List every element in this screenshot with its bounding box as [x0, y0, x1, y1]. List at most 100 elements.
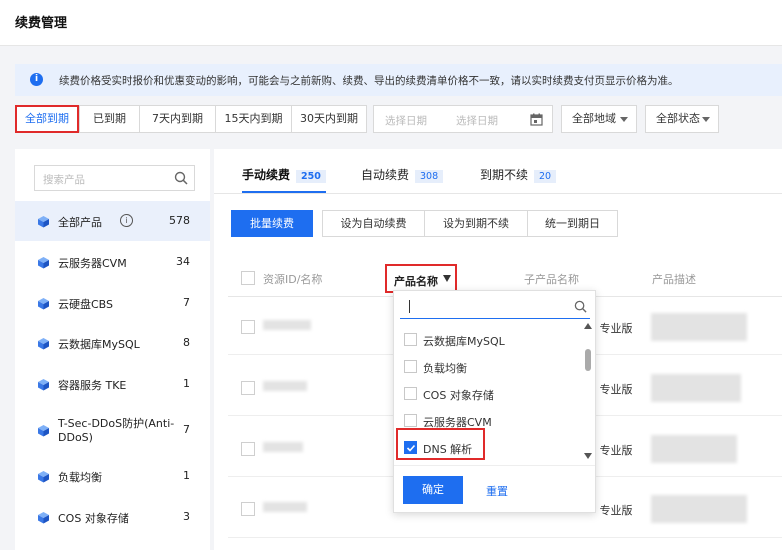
set-no-renew-button[interactable]: 设为到期不续 — [424, 210, 528, 237]
text-cursor — [409, 300, 410, 313]
search-placeholder: 搜索产品 — [43, 174, 85, 186]
calendar-icon[interactable] — [530, 113, 543, 126]
column-header-description: 产品描述 — [652, 273, 696, 286]
sidebar-item-count: 578 — [169, 214, 190, 227]
option-checkbox[interactable] — [404, 333, 417, 346]
date-start-field[interactable]: 选择日期 — [385, 113, 427, 128]
product-search-input[interactable]: 搜索产品 — [34, 165, 195, 191]
filter-expired[interactable]: 已到期 — [79, 105, 140, 133]
search-icon[interactable] — [574, 300, 587, 313]
page-title: 续费管理 — [15, 16, 68, 31]
redacted-resource-id — [263, 502, 307, 512]
column-header-product-filter[interactable]: 产品名称 — [385, 264, 457, 293]
product-cube-icon — [38, 216, 49, 228]
scroll-up-icon[interactable] — [584, 323, 592, 329]
sidebar-item-cbs[interactable]: 云硬盘CBS 7 — [15, 283, 210, 323]
sidebar-item-label: 全部产品 — [58, 216, 102, 229]
sidebar-item-count: 1 — [183, 469, 190, 482]
redacted-description — [651, 374, 741, 402]
redacted-description — [651, 495, 747, 523]
row-checkbox[interactable] — [241, 381, 255, 395]
chevron-down-icon — [702, 117, 710, 122]
search-icon[interactable] — [174, 171, 188, 185]
date-range-picker[interactable]: 选择日期 选择日期 — [373, 105, 553, 133]
scrollbar-thumb[interactable] — [585, 349, 591, 371]
sidebar-item-count: 34 — [176, 255, 190, 268]
status-select[interactable]: 全部状态 — [645, 105, 719, 133]
option-checkbox[interactable] — [404, 360, 417, 373]
info-icon: i — [30, 73, 43, 86]
scroll-down-icon[interactable] — [584, 453, 592, 459]
info-icon[interactable]: i — [120, 214, 133, 227]
sidebar-item-cos[interactable]: COS 对象存储 3 — [15, 497, 210, 537]
tab-label: 自动续费 — [361, 168, 410, 182]
redacted-description — [651, 313, 747, 341]
status-select-value: 全部状态 — [656, 112, 700, 125]
product-cube-icon — [38, 298, 49, 310]
tab-no-renewal[interactable]: 到期不续 20 — [480, 166, 557, 183]
unify-expiry-date-button[interactable]: 统一到期日 — [527, 210, 618, 237]
batch-renew-button[interactable]: 批量续费 — [231, 210, 313, 237]
sub-product-cell: - 专业版 — [592, 504, 633, 517]
sidebar-item-label: 云数据库MySQL — [58, 338, 140, 351]
redacted-resource-id — [263, 442, 303, 452]
product-cube-icon — [38, 512, 49, 524]
tab-divider — [214, 193, 782, 194]
row-divider — [228, 537, 782, 538]
option-label: COS 对象存储 — [423, 389, 494, 402]
sidebar-item-count: 7 — [183, 296, 190, 309]
product-cube-icon — [38, 471, 49, 483]
notice-banner: i 续费价格受实时报价和优惠变动的影响，可能会与之前新购、续费、导出的续费清单价… — [15, 64, 782, 96]
column-header-resource: 资源ID/名称 — [263, 273, 323, 286]
page-header: 续费管理 — [0, 0, 782, 46]
select-all-checkbox[interactable] — [241, 271, 255, 285]
tab-count-badge: 308 — [415, 170, 444, 183]
row-checkbox[interactable] — [241, 442, 255, 456]
notice-text: 续费价格受实时报价和优惠变动的影响，可能会与之前新购、续费、导出的续费清单价格不… — [59, 75, 679, 87]
sidebar-item-label: 云硬盘CBS — [58, 298, 114, 311]
filter-15-days[interactable]: 15天内到期 — [215, 105, 292, 133]
tab-count-badge: 250 — [296, 170, 326, 183]
filter-7-days[interactable]: 7天内到期 — [139, 105, 216, 133]
region-select[interactable]: 全部地域 — [561, 105, 637, 133]
sidebar-item-clb[interactable]: 负载均衡 1 — [15, 456, 210, 496]
option-checkbox[interactable] — [404, 387, 417, 400]
sub-product-cell: - 专业版 — [592, 444, 633, 457]
filter-funnel-icon[interactable] — [443, 275, 451, 282]
confirm-button[interactable]: 确定 — [403, 476, 463, 504]
filter-30-days[interactable]: 30天内到期 — [291, 105, 367, 133]
sidebar-item-count: 3 — [183, 510, 190, 523]
row-checkbox[interactable] — [241, 502, 255, 516]
tab-label: 到期不续 — [480, 168, 529, 182]
sub-product-cell: - 专业版 — [592, 383, 633, 396]
dns-option-highlight — [396, 428, 485, 460]
sidebar-item-cvm[interactable]: 云服务器CVM 34 — [15, 242, 210, 282]
sidebar-item-ddos[interactable]: T-Sec-DDoS防护(Anti- DDoS) 7 — [15, 405, 210, 455]
reset-link[interactable]: 重置 — [486, 483, 508, 499]
tab-label: 手动续费 — [242, 168, 291, 182]
column-header-product: 产品名称 — [394, 275, 438, 288]
sidebar-item-tke[interactable]: 容器服务 TKE 1 — [15, 364, 210, 404]
tab-auto-renewal[interactable]: 自动续费 308 — [361, 166, 444, 183]
product-filter-search-input[interactable] — [400, 295, 590, 319]
sidebar-item-mysql[interactable]: 云数据库MySQL 8 — [15, 323, 210, 363]
sidebar-item-all-products[interactable]: 全部产品 i 578 — [15, 201, 210, 241]
option-checkbox[interactable] — [404, 414, 417, 427]
product-cube-icon — [38, 338, 49, 350]
sidebar-item-label: 云服务器CVM — [58, 257, 127, 270]
row-checkbox[interactable] — [241, 320, 255, 334]
sidebar-item-label: 容器服务 TKE — [58, 379, 127, 392]
product-cube-icon — [38, 257, 49, 269]
filter-all-expiry[interactable]: 全部到期 — [15, 105, 79, 133]
region-select-value: 全部地域 — [572, 112, 616, 125]
option-label: 负载均衡 — [423, 362, 467, 375]
redacted-resource-id — [263, 320, 311, 330]
set-auto-renew-button[interactable]: 设为自动续费 — [322, 210, 425, 237]
date-end-field[interactable]: 选择日期 — [456, 113, 498, 128]
sidebar-item-label: 负载均衡 — [58, 471, 102, 484]
sidebar-item-count: 8 — [183, 336, 190, 349]
tab-manual-renewal[interactable]: 手动续费 250 — [242, 166, 326, 183]
product-cube-icon — [38, 379, 49, 391]
sidebar-item-label-line2: DDoS) — [58, 431, 93, 444]
product-filter-dropdown: 云数据库MySQL 负载均衡 COS 对象存储 云服务器CVM DNS 解析 确… — [393, 290, 596, 513]
